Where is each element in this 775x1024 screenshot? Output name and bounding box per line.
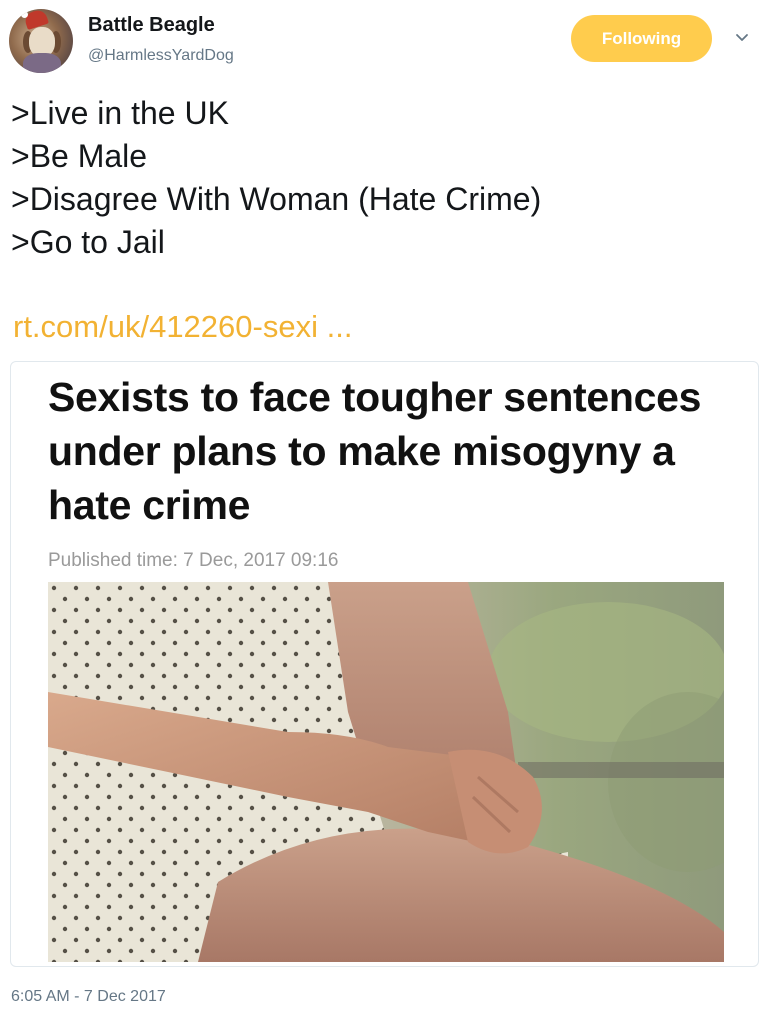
user-handle[interactable]: @HarmlessYardDog (88, 47, 234, 65)
display-name[interactable]: Battle Beagle (88, 14, 215, 37)
avatar[interactable] (9, 9, 73, 73)
tweet-line: >Disagree With Woman (Hate Crime) (11, 181, 542, 217)
link-preview-card[interactable]: Sexists to face tougher sentences under … (10, 361, 759, 967)
article-link[interactable]: rt.com/uk/412260-sexi ... (13, 309, 352, 345)
article-headline[interactable]: Sexists to face tougher sentences under … (48, 370, 738, 532)
tweet-text: >Live in the UK >Be Male >Disagree With … (11, 92, 541, 264)
tweet-timestamp[interactable]: 6:05 AM - 7 Dec 2017 (11, 988, 166, 1006)
chevron-down-icon[interactable] (734, 30, 750, 46)
tweet-line: >Go to Jail (11, 224, 165, 260)
article-image[interactable] (48, 582, 724, 962)
published-time: Published time: 7 Dec, 2017 09:16 (48, 550, 339, 571)
tweet-line: >Live in the UK (11, 95, 229, 131)
tweet-line: >Be Male (11, 138, 148, 174)
following-button[interactable]: Following (571, 15, 712, 62)
avatar-body (23, 53, 61, 73)
santa-hat-pom (21, 11, 28, 18)
